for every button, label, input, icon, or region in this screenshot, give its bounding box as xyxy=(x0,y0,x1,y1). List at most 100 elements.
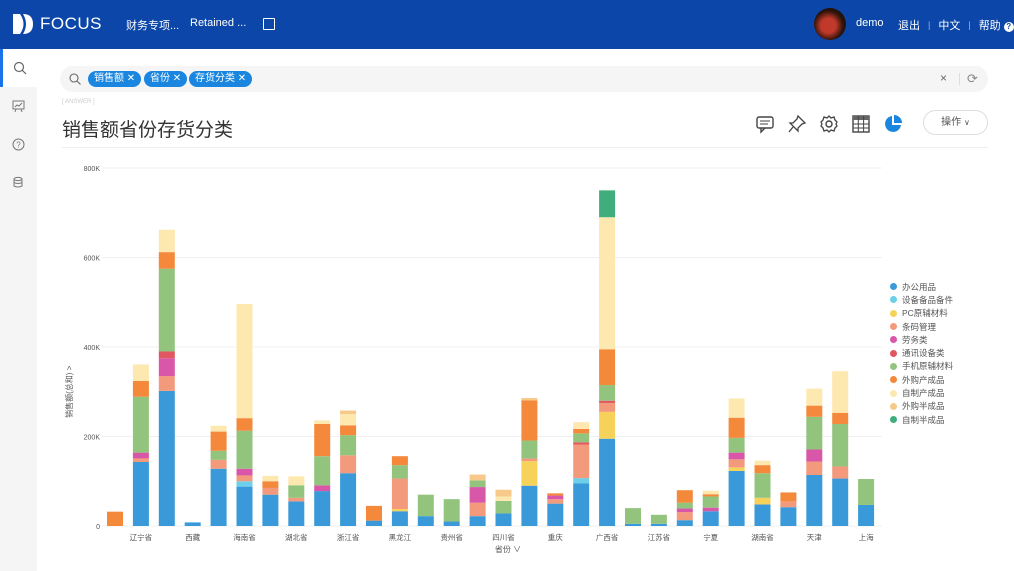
legend-item[interactable]: 外购产成品 xyxy=(890,373,953,386)
legend-item[interactable]: 设备备品备件 xyxy=(890,293,953,306)
gear-icon[interactable] xyxy=(819,114,839,134)
x-tick-label: 辽宁省 xyxy=(130,532,153,542)
bar-segment xyxy=(236,486,253,526)
bar-segment xyxy=(625,508,641,524)
comment-icon[interactable] xyxy=(755,114,775,134)
help-link[interactable]: 帮助? xyxy=(979,17,1014,33)
pie-chart-icon[interactable] xyxy=(883,114,903,134)
bar-segment xyxy=(728,459,745,468)
bar-segment xyxy=(340,425,357,436)
tag-label: 销售额 xyxy=(94,73,124,84)
language-link[interactable]: 中文 xyxy=(938,17,960,33)
sidebar-item-dashboard[interactable] xyxy=(0,87,37,125)
legend-item[interactable]: 办公用品 xyxy=(890,280,953,293)
table-icon[interactable] xyxy=(851,114,871,134)
bar-segment xyxy=(728,470,745,526)
y-tick-label: 800K xyxy=(84,166,101,173)
bar-segment xyxy=(391,511,408,526)
x-tick-label: 黑龙江 xyxy=(389,532,412,542)
search-tag-sales[interactable]: 销售额 ✕ xyxy=(88,71,142,87)
bar-segment xyxy=(573,444,590,479)
bar-segment xyxy=(599,402,616,412)
bar-segment xyxy=(314,491,331,526)
y-tick-label: 0 xyxy=(96,524,100,531)
x-tick-label: 江苏省 xyxy=(648,532,671,542)
sidebar-item-search[interactable] xyxy=(0,49,37,87)
legend-label: 自制半成品 xyxy=(902,414,945,425)
bar-segment xyxy=(599,411,616,439)
clear-search-icon[interactable]: × xyxy=(940,71,947,85)
bar-segment xyxy=(236,475,253,482)
legend-swatch xyxy=(890,362,897,370)
top-links: 退出 | 中文 | 帮助? xyxy=(898,17,1014,33)
legend-item[interactable]: 自制半成品 xyxy=(890,413,953,426)
bar-segment xyxy=(728,437,745,453)
bar-segment xyxy=(780,507,797,526)
legend-label: PC原辅材料 xyxy=(902,308,948,319)
legend-label: 手机原辅材料 xyxy=(902,361,954,372)
legend-swatch xyxy=(890,323,897,331)
bar-segment xyxy=(780,492,797,502)
logo[interactable]: FOCUS xyxy=(12,12,102,36)
bar-segment xyxy=(340,410,357,415)
tag-remove-icon[interactable]: ✕ xyxy=(173,73,181,84)
bar-segment xyxy=(184,522,201,526)
nav-tab-retained[interactable]: Retained ... xyxy=(190,17,246,29)
bar-segment xyxy=(469,487,486,503)
bar-segment xyxy=(521,400,538,441)
bar-segment xyxy=(366,505,382,521)
bar-segment xyxy=(391,465,408,479)
bar-segment xyxy=(262,494,279,526)
bar-segment xyxy=(391,508,408,512)
pin-icon[interactable] xyxy=(787,114,807,134)
logout-link[interactable]: 退出 xyxy=(898,17,920,33)
bar-segment xyxy=(158,252,175,269)
tag-remove-icon[interactable]: ✕ xyxy=(127,73,135,84)
legend-item[interactable]: 自制产成品 xyxy=(890,386,953,399)
search-tag-inventory-category[interactable]: 存货分类 ✕ xyxy=(189,71,253,87)
tag-remove-icon[interactable]: ✕ xyxy=(238,73,246,84)
chart-legend: 办公用品 设备备品备件 PC原辅材料 条码管理 劳务类 通讯设备类 手机原辅材料 外购产成品自… xyxy=(890,280,953,426)
bar-segment xyxy=(754,460,771,466)
operate-button[interactable]: 操作 ∨ xyxy=(923,110,988,135)
legend-item[interactable]: PC原辅材料 xyxy=(890,307,953,320)
legend-label: 外购半成品 xyxy=(902,401,945,412)
bar-segment xyxy=(702,490,719,495)
legend-item[interactable]: 劳务类 xyxy=(890,333,953,346)
refresh-icon[interactable]: ⟳ xyxy=(967,71,978,87)
legend-label: 外购产成品 xyxy=(902,374,945,385)
bar-segment xyxy=(391,456,408,466)
edit-icon[interactable] xyxy=(263,18,275,30)
username[interactable]: demo xyxy=(856,17,884,29)
bar-segment xyxy=(832,466,849,479)
nav-tab-finance[interactable]: 财务专项... xyxy=(126,17,179,33)
bar-segment xyxy=(573,483,590,526)
legend-item[interactable]: 条码管理 xyxy=(890,320,953,333)
legend-item[interactable]: 手机原辅材料 xyxy=(890,360,953,373)
bar-segment xyxy=(806,416,823,450)
top-bar: FOCUS 财务专项... Retained ... demo 退出 | 中文 … xyxy=(0,0,1014,49)
search-bar[interactable]: 销售额 ✕ 省份 ✕ 存货分类 ✕ × ⟳ xyxy=(60,66,988,92)
logo-mark-icon xyxy=(13,14,33,34)
bar-segment xyxy=(728,467,745,471)
bar-segment xyxy=(728,398,745,418)
bar-segment xyxy=(858,479,875,505)
bar-segment xyxy=(132,381,149,397)
chevron-down-icon: ∨ xyxy=(963,118,970,127)
avatar[interactable] xyxy=(814,8,846,40)
search-tag-province[interactable]: 省份 ✕ xyxy=(144,71,188,87)
x-tick-label: 海南省 xyxy=(233,532,256,542)
bar-segment xyxy=(158,376,175,391)
bar-segment xyxy=(702,507,719,512)
legend-item[interactable]: 外购半成品 xyxy=(890,400,953,413)
x-tick-label: 贵州省 xyxy=(440,532,463,542)
bar-segment xyxy=(521,461,538,486)
bar-segment xyxy=(210,431,227,451)
legend-label: 设备备品备件 xyxy=(902,294,954,305)
x-tick-label: 西藏 xyxy=(185,532,200,542)
bar-segment xyxy=(676,490,693,503)
bar-segment xyxy=(314,485,331,492)
bar-segment xyxy=(132,364,149,382)
legend-item[interactable]: 通讯设备类 xyxy=(890,346,953,359)
divider xyxy=(959,73,960,85)
